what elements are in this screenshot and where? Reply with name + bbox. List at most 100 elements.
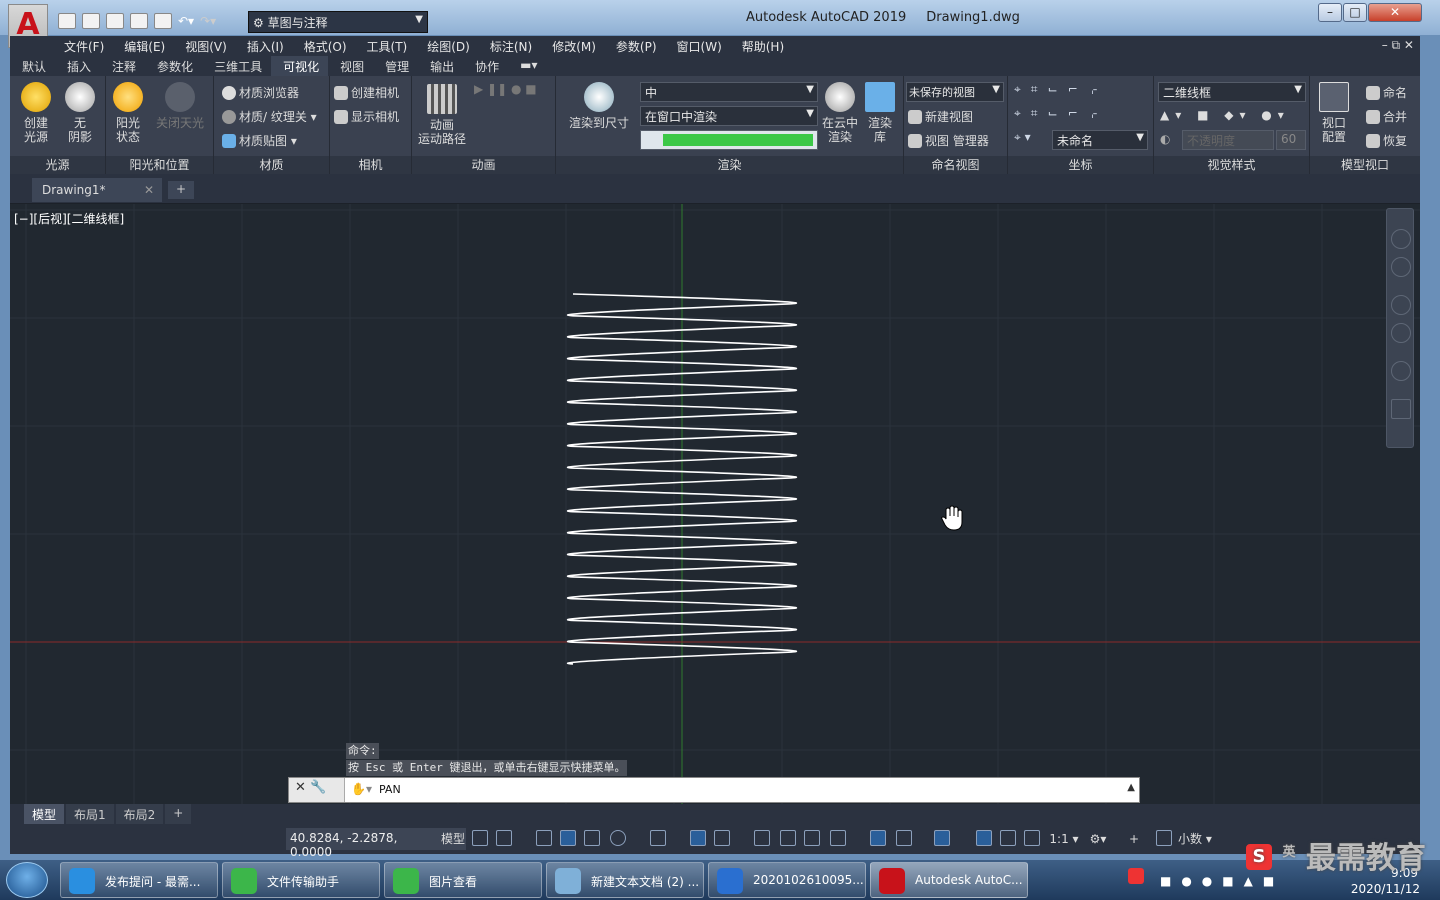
panel-title-animation[interactable]: 动画 (412, 156, 555, 174)
tab-collaborate[interactable]: 协作 (463, 56, 508, 76)
menu-view[interactable]: 视图(V) (175, 36, 237, 56)
opacity-value[interactable]: 60 (1276, 130, 1306, 150)
snap-toggle-icon[interactable] (496, 830, 512, 846)
taskbar-item-autocad[interactable]: Autodesk AutoC... (870, 862, 1028, 898)
material-mapping-button[interactable]: 材质贴图 ▾ (222, 132, 297, 149)
grid-toggle-icon[interactable] (472, 830, 488, 846)
annotation-scale-icon[interactable] (1024, 830, 1040, 846)
menu-help[interactable]: 帮助(H) (732, 36, 794, 56)
close-command-icon[interactable]: ✕ (295, 780, 306, 795)
selection-filter-icon[interactable] (896, 830, 912, 846)
sky-off-button[interactable]: 关闭天光 (152, 82, 208, 130)
undo-icon[interactable]: ↶▾ (178, 14, 194, 28)
viewcube-icon[interactable] (1391, 229, 1411, 249)
panel-title-model-viewports[interactable]: 模型视口 (1310, 156, 1420, 174)
menu-dimension[interactable]: 标注(N) (480, 36, 542, 56)
units-dropdown[interactable]: 小数 ▾ (1178, 828, 1242, 850)
materials-browser-button[interactable]: 材质浏览器 (222, 84, 299, 101)
taskbar-item-ie[interactable]: 发布提问 - 最需... (60, 862, 218, 898)
menu-parametric[interactable]: 参数(P) (606, 36, 667, 56)
pan-icon[interactable] (1391, 295, 1411, 315)
add-layout-button[interactable]: + (165, 804, 192, 824)
tab-model[interactable]: 模型 (24, 804, 65, 824)
tab-output[interactable]: 输出 (418, 56, 463, 76)
render-quality-dropdown[interactable]: 中 ▼ (640, 82, 818, 102)
sogou-ime-icon[interactable] (1128, 868, 1144, 884)
render-gallery-button[interactable]: 渲染 库 (862, 82, 898, 144)
taskbar-item-wechat-image[interactable]: 图片查看 (384, 862, 542, 898)
tab-parametric[interactable]: 参数化 (145, 56, 202, 76)
taskbar-item-wechat-file[interactable]: 文件传输助手 (222, 862, 380, 898)
showmotion-icon[interactable] (1391, 399, 1411, 419)
panel-title-named-views[interactable]: 命名视图 (904, 156, 1007, 174)
save-as-icon[interactable] (130, 13, 148, 29)
workspace-gear-icon[interactable]: ⚙▾ (1086, 828, 1110, 850)
tab-layout2[interactable]: 布局2 (115, 804, 164, 824)
command-history-toggle-icon[interactable]: ▲ (1127, 782, 1135, 793)
panel-title-materials[interactable]: 材质 (214, 156, 329, 174)
show-camera-button[interactable]: 显示相机 (334, 108, 399, 125)
menu-insert[interactable]: 插入(I) (237, 36, 294, 56)
panel-title-render[interactable]: 渲染 (556, 156, 903, 174)
sun-status-button[interactable]: 阳光 状态 (108, 82, 148, 144)
saved-view-dropdown[interactable]: 未保存的视图 ▼ (906, 82, 1004, 102)
menu-window[interactable]: 窗口(W) (667, 36, 732, 56)
panel-title-lights[interactable]: 光源 (10, 156, 105, 174)
tab-annotate[interactable]: 注释 (100, 56, 145, 76)
taskbar-item-word[interactable]: 2020102610095... (708, 862, 866, 898)
wrench-icon[interactable]: 🔧 (310, 780, 326, 795)
new-tab-button[interactable]: + (168, 181, 194, 199)
view-manager-button[interactable]: 视图 管理器 (908, 132, 989, 149)
tab-default[interactable]: 默认 (10, 56, 55, 76)
menu-modify[interactable]: 修改(M) (542, 36, 606, 56)
maximize-button[interactable]: □ (1343, 3, 1367, 22)
visual-style-tools[interactable]: ▲▾ ■ ◆▾ ●▾ (1160, 108, 1290, 122)
steering-wheel-icon[interactable] (1391, 257, 1411, 277)
model-space-button[interactable]: 模型 (440, 828, 466, 850)
create-light-button[interactable]: 创建 光源 (16, 82, 56, 144)
orbit-icon[interactable] (1391, 361, 1411, 381)
animation-play-controls[interactable]: ▶ ❚❚ ● ■ (474, 82, 537, 96)
lineweight-icon[interactable] (754, 830, 770, 846)
new-file-icon[interactable] (58, 13, 76, 29)
viewport-controls-label[interactable]: [−][后视][二维线框] (14, 210, 124, 227)
close-button[interactable]: ✕ (1368, 3, 1422, 22)
clock-date[interactable]: 2020/11/12 (1351, 882, 1420, 896)
render-to-size-button[interactable]: 渲染到尺寸 (564, 82, 634, 130)
new-view-button[interactable]: 新建视图 (908, 108, 973, 125)
infer-constraints-icon[interactable] (536, 830, 552, 846)
opacity-toggle[interactable]: ◐ (1160, 132, 1170, 146)
menu-draw[interactable]: 绘图(D) (417, 36, 480, 56)
zoom-icon[interactable] (1391, 323, 1411, 343)
doc-window-controls[interactable]: – ⧉ ✕ (1382, 38, 1414, 53)
open-file-icon[interactable] (82, 13, 100, 29)
render-in-cloud-button[interactable]: 在云中 渲染 (820, 82, 860, 144)
object-snap-tracking-icon[interactable] (690, 830, 706, 846)
panel-title-coordinates[interactable]: 坐标 (1008, 156, 1153, 174)
dynamic-ucs-icon[interactable] (870, 830, 886, 846)
ucs-tools-row1[interactable]: ⌖⌗⌙⌐⌌ (1014, 82, 1107, 97)
visual-style-dropdown[interactable]: 二维线框 ▼ (1158, 82, 1306, 102)
viewport-config-button[interactable]: 视口 配置 (1314, 82, 1354, 144)
animation-path-button[interactable]: 动画 运动路径 (416, 84, 468, 146)
no-shadow-button[interactable]: 无 阴影 (60, 82, 100, 144)
3d-osnap-icon[interactable] (830, 830, 846, 846)
named-viewport-button[interactable]: 命名 (1366, 84, 1407, 101)
menu-edit[interactable]: 编辑(E) (114, 36, 175, 56)
ucs-named-dropdown[interactable]: 未命名 ▼ (1052, 130, 1148, 150)
gizmo-icon[interactable] (934, 830, 950, 846)
print-icon[interactable] (154, 13, 172, 29)
dynamic-input-icon[interactable] (560, 830, 576, 846)
doc-tab-drawing1[interactable]: Drawing1* ✕ (32, 178, 162, 202)
redo-icon[interactable]: ↷▾ (200, 14, 216, 28)
tab-visualize[interactable]: 可视化 (271, 56, 329, 76)
tab-layout1[interactable]: 布局1 (66, 804, 114, 824)
workspace-dropdown[interactable]: ⚙ 草图与注释 ▼ (248, 11, 428, 33)
annotation-visibility-icon[interactable] (976, 830, 992, 846)
ortho-icon[interactable] (584, 830, 600, 846)
tab-3d-tools[interactable]: 三维工具 (202, 56, 271, 76)
join-viewport-button[interactable]: 合并 (1366, 108, 1407, 125)
taskbar-item-notepad[interactable]: 新建文本文档 (2) ... (546, 862, 704, 898)
menu-tools[interactable]: 工具(T) (357, 36, 418, 56)
panel-title-sun[interactable]: 阳光和位置 (106, 156, 213, 174)
